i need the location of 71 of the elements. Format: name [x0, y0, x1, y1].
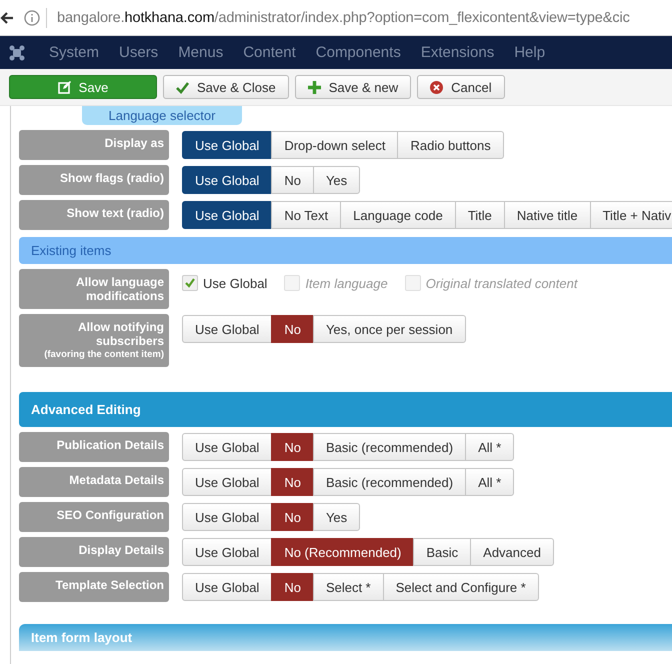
radio-option[interactable]: No (Recommended) [271, 538, 414, 566]
radio-option[interactable]: Use Global [182, 503, 272, 531]
radio-option[interactable]: Use Global [182, 573, 272, 601]
radio-option[interactable]: Basic [413, 538, 472, 566]
radio-option[interactable]: Use Global [182, 166, 272, 194]
toolbar-button[interactable]: Cancel [417, 75, 505, 99]
section-header: Existing items [19, 237, 672, 264]
radio-option[interactable]: No [271, 166, 314, 194]
radio-option[interactable]: Select * [312, 573, 384, 601]
back-arrow-icon[interactable] [0, 10, 14, 24]
toolbar-button[interactable]: Save & new [294, 75, 412, 99]
radio-option[interactable]: Drop-down select [271, 131, 398, 159]
radio-option[interactable]: Yes, once per session [312, 315, 466, 343]
radio-option[interactable]: No [271, 433, 314, 461]
toolbar-button[interactable]: Save & Close [163, 75, 289, 99]
edit-icon [58, 80, 71, 94]
menu-item[interactable]: Help [514, 44, 546, 61]
label-text: Allow language modifications [74, 275, 164, 303]
label-text: Show text (radio) [66, 206, 164, 220]
menu-item[interactable]: Content [243, 44, 296, 61]
section-header: Advanced Editing [19, 392, 672, 427]
radio-option[interactable]: Use Global [182, 315, 272, 343]
label-text: Template Selection [54, 578, 164, 592]
radio-option[interactable]: All * [465, 468, 514, 496]
url-text[interactable]: bangalore.hotkhana.com/administrator/index.php?option=com_flexicontent&view=type&cic [57, 10, 630, 26]
radio-option[interactable]: Use Global [182, 131, 272, 159]
plus-icon [308, 80, 321, 94]
label-text: SEO Configuration [56, 508, 164, 522]
radio-option[interactable]: Title [454, 201, 505, 229]
radio-option[interactable]: No Text [271, 201, 342, 229]
checkbox-label: Original translated content [426, 276, 578, 290]
radio-option[interactable]: All * [465, 433, 514, 461]
label-note: (favoring the content item) [43, 348, 164, 361]
menu-item[interactable]: Extensions [420, 44, 494, 61]
radio-option[interactable]: Native title [504, 201, 591, 229]
info-icon[interactable] [24, 10, 40, 26]
menu-item[interactable]: Users [119, 44, 158, 61]
radio-option[interactable]: Language code [340, 201, 456, 229]
radio-option[interactable]: Use Global [182, 468, 272, 496]
checkbox-label: Use Global [203, 276, 268, 290]
label-text: Allow notifying subscribers [77, 320, 164, 348]
radio-option[interactable]: No [271, 573, 314, 601]
section-header: Language selector [82, 106, 242, 125]
checkbox-label: Item language [305, 276, 388, 290]
label-text: Publication Details [56, 438, 164, 452]
label-text: Display as [104, 136, 164, 150]
cancel-icon [430, 80, 444, 94]
checkbox[interactable] [182, 275, 198, 291]
radio-option[interactable]: Select and Configure * [382, 573, 539, 601]
radio-option[interactable]: Basic (recommended) [312, 433, 466, 461]
section-header: Item form layout [19, 624, 672, 651]
radio-option[interactable]: No [271, 503, 314, 531]
radio-option[interactable]: Use Global [182, 201, 272, 229]
radio-option[interactable]: Title + Nativ [590, 201, 672, 229]
radio-option[interactable]: Radio buttons [397, 131, 504, 159]
menu-item[interactable]: Menus [178, 44, 224, 61]
radio-option[interactable]: Use Global [182, 433, 272, 461]
label-text: Metadata Details [68, 473, 164, 487]
menu-item[interactable]: System [49, 44, 100, 61]
radio-option[interactable]: Basic (recommended) [312, 468, 466, 496]
toolbar-button[interactable]: Save [9, 75, 157, 99]
label-text: Display Details [78, 543, 164, 557]
radio-option[interactable]: Advanced [470, 538, 554, 566]
radio-option[interactable]: Use Global [182, 538, 272, 566]
radio-option[interactable]: Yes [312, 503, 360, 531]
menu-item[interactable]: Components [316, 44, 401, 61]
radio-option[interactable]: No [271, 468, 314, 496]
label-text: Show flags (radio) [58, 171, 164, 185]
check-icon [176, 80, 189, 94]
radio-option[interactable]: Yes [312, 166, 360, 194]
radio-option[interactable]: No [271, 315, 314, 343]
